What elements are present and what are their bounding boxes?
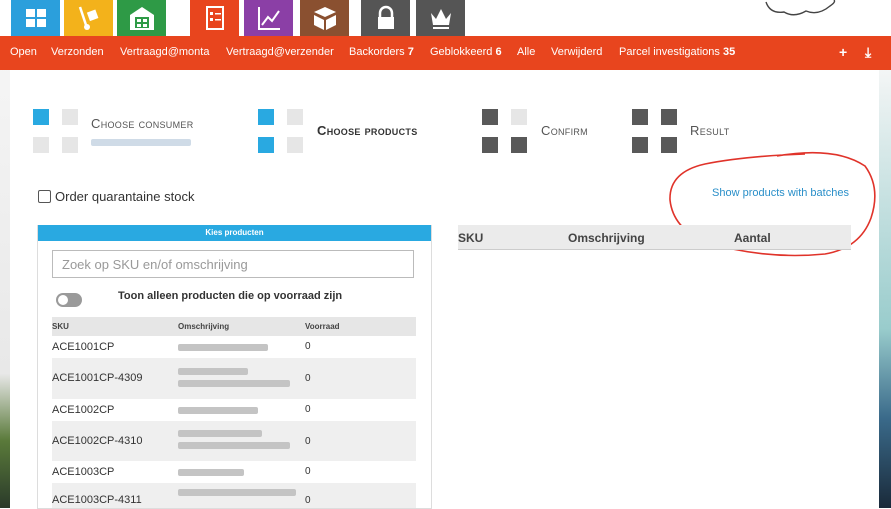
nav-backorders-label: Backorders [349,46,405,58]
step-square [258,109,274,125]
step-label: Choose products [317,123,418,138]
in-stock-toggle[interactable] [56,293,82,307]
nav-verzonden[interactable]: Verzonden [51,46,104,58]
nav-geblokkeerd[interactable]: Geblokkeerd 6 [430,46,502,58]
cell-stock: 0 [305,373,311,384]
nav-open[interactable]: Open [10,46,37,58]
quarantine-label: Order quarantaine stock [55,189,195,204]
nav-vertraagd-verzender[interactable]: Vertraagd@verzender [226,46,334,58]
product-search-input[interactable] [52,250,414,278]
cell-sku: ACE1003CP-4311 [52,494,142,506]
table-row[interactable]: ACE1001CP-4309 0 [52,358,416,399]
step-square [661,109,677,125]
column-header-omschrijving[interactable]: Omschrijving [568,231,645,245]
cell-stock: 0 [305,495,311,506]
cell-stock: 0 [305,436,311,447]
nav-geblokkeerd-label: Geblokkeerd [430,46,493,58]
step-square [287,137,303,153]
column-header-omschrijving[interactable]: Omschrijving [178,322,229,331]
step-square [632,137,648,153]
step-label: Choose consumer [91,116,194,131]
redacted-description [178,430,262,437]
cell-sku: ACE1002CP-4310 [52,435,143,447]
nav-verwijderd[interactable]: Verwijderd [551,46,602,58]
nav-parcel-investigations[interactable]: Parcel investigations 35 [619,46,735,58]
redacted-description [178,380,290,387]
export-icon[interactable]: ⤓ [865,44,871,61]
panel-title: Kies producten [38,225,431,241]
warehouse-icon[interactable] [117,0,166,36]
add-icon[interactable]: + [839,44,847,60]
step-square [482,137,498,153]
chart-icon[interactable] [244,0,293,36]
lock-icon[interactable] [361,0,410,36]
step-square [287,109,303,125]
in-stock-toggle-label: Toon alleen producten die op voorraad zi… [118,290,343,302]
background-right-edge [879,60,891,508]
selected-products-table-header: SKU Omschrijving Aantal [458,225,851,250]
column-header-sku[interactable]: SKU [458,231,483,245]
nav-alle[interactable]: Alle [517,46,535,58]
step-square [482,109,498,125]
cell-sku: ACE1003CP [52,466,115,478]
hand-truck-icon[interactable] [64,0,113,36]
cell-sku: ACE1001CP [52,341,115,353]
column-header-aantal[interactable]: Aantal [734,231,771,245]
nav-parcel-label: Parcel investigations [619,46,720,58]
step-square [62,137,78,153]
step-square [258,137,274,153]
nav-vertraagd-monta[interactable]: Vertraagd@monta [120,46,209,58]
redacted-description [178,489,296,496]
nav-geblokkeerd-count: 6 [495,46,502,58]
redacted-consumer-name [91,139,191,146]
redacted-description [178,344,268,351]
cell-stock: 0 [305,341,311,352]
cell-stock: 0 [305,404,311,415]
box-icon[interactable] [300,0,349,36]
step-label: Result [690,123,730,138]
step-square [511,109,527,125]
app-icon-bar [0,0,891,36]
status-navbar: Open Verzonden Vertraagd@monta Vertraagd… [0,36,891,70]
product-table-header: SKU Omschrijving Voorraad [52,317,416,336]
step-label: Confirm [541,123,588,138]
cell-stock: 0 [305,466,311,477]
step-square [632,109,648,125]
table-row[interactable]: ACE1001CP 0 [52,336,416,358]
table-row[interactable]: ACE1003CP 0 [52,461,416,483]
column-header-voorraad[interactable]: Voorraad [305,322,340,331]
product-picker-panel: Kies producten Toon alleen producten die… [37,225,432,509]
redacted-description [178,368,248,375]
crown-icon[interactable] [416,0,465,36]
column-header-sku[interactable]: SKU [52,322,69,331]
checklist-icon[interactable] [190,0,239,36]
toggle-knob [58,295,68,305]
cell-sku: ACE1002CP [52,404,115,416]
step-square [33,109,49,125]
nav-backorders-count: 7 [407,46,414,58]
redacted-description [178,469,244,476]
nav-backorders[interactable]: Backorders 7 [349,46,414,58]
cloud-logo [765,0,836,16]
table-row[interactable]: ACE1002CP-4310 0 [52,421,416,461]
quarantine-checkbox[interactable] [38,190,51,203]
step-square [511,137,527,153]
table-row[interactable]: ACE1003CP-4311 0 [52,483,416,508]
grid-icon[interactable] [11,0,60,36]
redacted-description [178,442,290,449]
table-row[interactable]: ACE1002CP 0 [52,399,416,421]
nav-parcel-count: 35 [722,46,736,58]
background-left-edge [0,60,10,508]
step-square [62,109,78,125]
cell-sku: ACE1001CP-4309 [52,372,143,384]
step-square [33,137,49,153]
redacted-description [178,407,258,414]
